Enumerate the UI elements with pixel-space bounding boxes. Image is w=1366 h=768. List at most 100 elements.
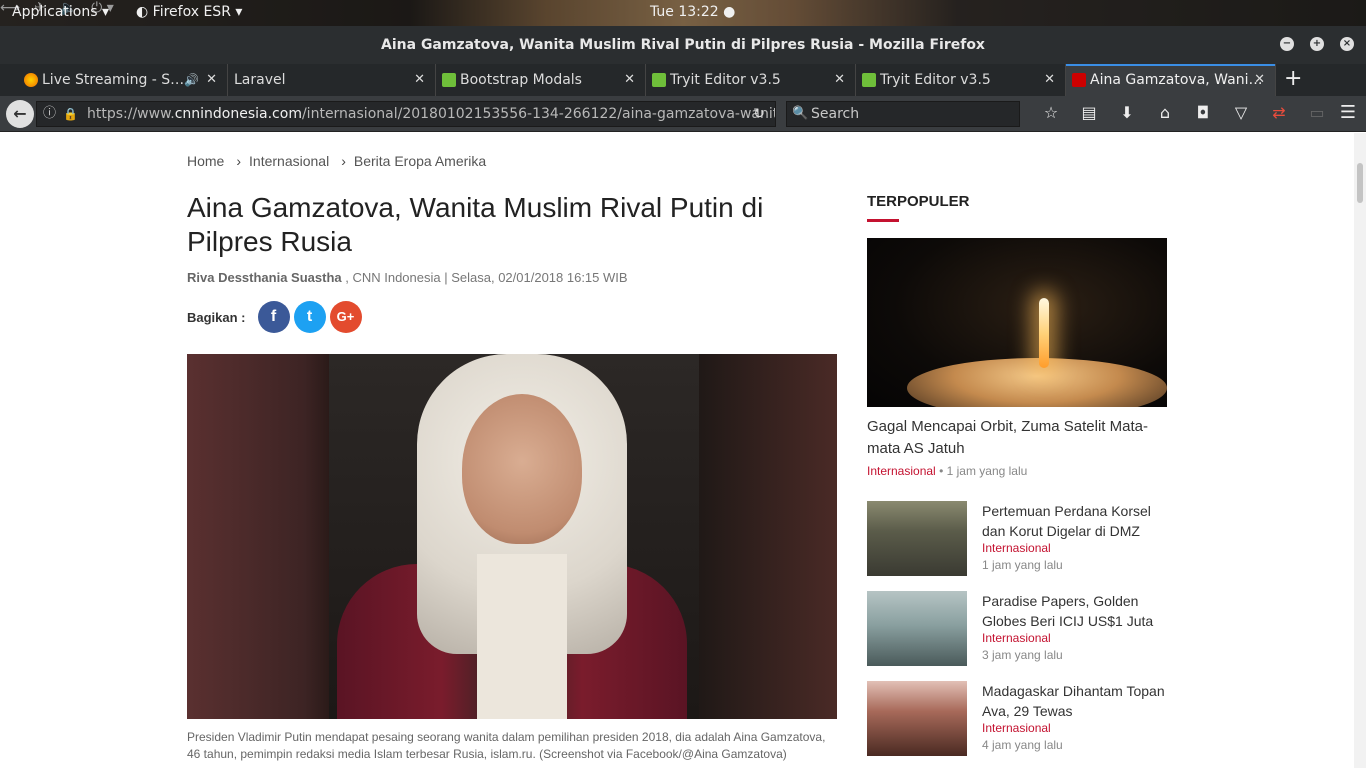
firefox-icon: ◐ bbox=[136, 4, 153, 20]
url-host: cnnindonesia.com bbox=[174, 106, 302, 122]
tab-label: Laravel bbox=[234, 72, 286, 88]
article-hero-image bbox=[187, 354, 837, 719]
hamburger-menu-icon[interactable]: ☰ bbox=[1340, 102, 1356, 123]
url-prefix: https://www. bbox=[87, 106, 175, 122]
item-title[interactable]: Paradise Papers, Golden Globes Beri ICIJ… bbox=[982, 591, 1167, 631]
popular-item[interactable]: Pertemuan Perdana Korsel dan Korut Digel… bbox=[867, 501, 1167, 577]
popular-item[interactable]: Madagaskar Dihantam Topan Ava, 29 Tewas … bbox=[867, 681, 1167, 757]
nav-bar: ← ⓘ 🔒 https://www.cnnindonesia.com/inter… bbox=[0, 96, 1366, 132]
tab-bootstrap-modals[interactable]: Bootstrap Modals ✕ bbox=[436, 64, 646, 96]
item-thumbnail[interactable] bbox=[867, 681, 967, 756]
popular-top-image[interactable] bbox=[867, 238, 1167, 407]
tab-label: Live Streaming - S… bbox=[42, 72, 185, 88]
article-title: Aina Gamzatova, Wanita Muslim Rival Puti… bbox=[187, 192, 764, 257]
tab-label: Tryit Editor v3.5 bbox=[670, 72, 781, 88]
close-tab-icon[interactable]: ✕ bbox=[834, 64, 845, 96]
item-title[interactable]: Madagaskar Dihantam Topan Ava, 29 Tewas bbox=[982, 681, 1167, 721]
cnn-favicon-icon bbox=[1072, 73, 1086, 87]
url-bar[interactable]: ⓘ 🔒 https://www.cnnindonesia.com/interna… bbox=[36, 101, 776, 127]
minimize-icon[interactable]: − bbox=[1280, 37, 1294, 51]
google-share-icon[interactable]: G+ bbox=[329, 301, 362, 333]
item-category[interactable]: Internasional bbox=[982, 721, 1051, 735]
breadcrumb-internasional[interactable]: Internasional bbox=[249, 153, 329, 169]
bookmark-star-icon[interactable]: ☆ bbox=[1032, 103, 1070, 122]
new-tab-button[interactable]: + bbox=[1284, 66, 1302, 91]
speaker-icon[interactable]: 🔊 bbox=[184, 64, 199, 96]
tab-live-streaming[interactable]: Live Streaming - S… 🔊 ✕ bbox=[18, 64, 228, 96]
toolbar-icons: ☆ ▤ ⬇ ⌂ ◘ ▽ ⇄ ▭ bbox=[1032, 103, 1336, 122]
article-byline: Riva Dessthania Suastha , CNN Indonesia … bbox=[187, 270, 628, 285]
item-thumbnail[interactable] bbox=[867, 591, 967, 666]
url-path: /internasional/20180102153556-134-266122… bbox=[301, 106, 776, 122]
publish-info: , CNN Indonesia | Selasa, 02/01/2018 16:… bbox=[341, 270, 628, 285]
tab-strip: Live Streaming - S… 🔊 ✕ Laravel ✕ Bootst… bbox=[0, 64, 1366, 96]
popular-top-title[interactable]: Gagal Mencapai Orbit, Zuma Satelit Mata-… bbox=[867, 416, 1167, 460]
breadcrumb-home[interactable]: Home bbox=[187, 153, 224, 169]
chevron-right-icon: › bbox=[341, 153, 346, 169]
app-menu[interactable]: ◐ Firefox ESR ▾ bbox=[136, 4, 242, 20]
search-placeholder: Search bbox=[811, 106, 860, 122]
web-page: Home › Internasional › Berita Eropa Amerika … bbox=[0, 133, 1366, 768]
lock-icon[interactable]: 🔒 bbox=[63, 102, 78, 126]
extension-v-icon[interactable]: ▽ bbox=[1222, 103, 1260, 122]
favicon-icon bbox=[862, 73, 876, 87]
extension-monitor-icon[interactable]: ▭ bbox=[1298, 103, 1336, 122]
window-controls: − + × bbox=[1280, 37, 1354, 51]
reload-icon[interactable]: ↻ bbox=[753, 102, 765, 126]
window-title: Aina Gamzatova, Wanita Muslim Rival Puti… bbox=[0, 26, 1366, 64]
page-scrollbar[interactable] bbox=[1354, 133, 1366, 768]
twitter-share-icon[interactable]: t bbox=[293, 301, 326, 333]
facebook-share-icon[interactable]: f bbox=[257, 301, 290, 333]
tab-label: Bootstrap Modals bbox=[460, 72, 582, 88]
chevron-right-icon: › bbox=[236, 153, 242, 169]
item-title[interactable]: Pertemuan Perdana Korsel dan Korut Digel… bbox=[982, 501, 1167, 541]
popular-item[interactable]: Paradise Papers, Golden Globes Beri ICIJ… bbox=[867, 591, 1167, 667]
popular-top-meta: Internasional • 1 jam yang lalu bbox=[867, 464, 1027, 478]
image-caption: Presiden Vladimir Putin mendapat pesaing… bbox=[187, 730, 826, 761]
category-label[interactable]: Internasional bbox=[867, 464, 936, 478]
applications-menu[interactable]: Applications ▾ bbox=[12, 4, 109, 20]
item-thumbnail[interactable] bbox=[867, 501, 967, 576]
tab-laravel[interactable]: Laravel ✕ bbox=[228, 64, 436, 96]
favicon-icon bbox=[24, 73, 38, 87]
tab-label: Tryit Editor v3.5 bbox=[880, 72, 991, 88]
popular-heading: TERPOPULER bbox=[867, 193, 970, 210]
app-menu-label: Firefox ESR ▾ bbox=[152, 4, 243, 20]
tab-tryit-editor-1[interactable]: Tryit Editor v3.5 ✕ bbox=[646, 64, 856, 96]
close-tab-icon[interactable]: ✕ bbox=[206, 64, 217, 96]
item-time: 1 jam yang lalu bbox=[982, 558, 1063, 572]
time-label: • 1 jam yang lalu bbox=[939, 464, 1028, 478]
share-bar: Bagikan : f t G+ bbox=[187, 301, 366, 333]
home-icon[interactable]: ⌂ bbox=[1146, 103, 1184, 122]
tab-label: Aina Gamzatova, Wani… bbox=[1090, 72, 1263, 88]
scrollbar-thumb[interactable] bbox=[1357, 163, 1363, 203]
breadcrumb-eropa-amerika[interactable]: Berita Eropa Amerika bbox=[354, 153, 486, 169]
close-tab-icon[interactable]: ✕ bbox=[624, 64, 635, 96]
maximize-icon[interactable]: + bbox=[1310, 37, 1324, 51]
item-time: 4 jam yang lalu bbox=[982, 738, 1063, 752]
favicon-icon bbox=[442, 73, 456, 87]
item-category[interactable]: Internasional bbox=[982, 541, 1051, 555]
system-top-bar: Applications ▾ ◐ Firefox ESR ▾ Tue 13:22… bbox=[0, 0, 1366, 26]
search-icon: 🔍 bbox=[792, 106, 809, 121]
tab-active-article[interactable]: Aina Gamzatova, Wani… ✕ bbox=[1066, 64, 1276, 96]
close-tab-icon[interactable]: ✕ bbox=[414, 64, 425, 96]
breadcrumb: Home › Internasional › Berita Eropa Amerika bbox=[187, 153, 490, 169]
close-tab-icon[interactable]: ✕ bbox=[1044, 64, 1055, 96]
close-tab-icon[interactable]: ✕ bbox=[1254, 64, 1265, 96]
search-input[interactable]: 🔍 Search bbox=[786, 101, 1020, 127]
extension-arrows-icon[interactable]: ⇄ bbox=[1260, 103, 1298, 122]
item-time: 3 jam yang lalu bbox=[982, 648, 1063, 662]
reading-list-icon[interactable]: ▤ bbox=[1070, 103, 1108, 122]
close-window-icon[interactable]: × bbox=[1340, 37, 1354, 51]
author-name: Riva Dessthania Suastha bbox=[187, 270, 342, 285]
download-icon[interactable]: ⬇ bbox=[1108, 103, 1146, 122]
share-label: Bagikan : bbox=[187, 309, 246, 325]
tab-tryit-editor-2[interactable]: Tryit Editor v3.5 ✕ bbox=[856, 64, 1066, 96]
info-icon[interactable]: ⓘ bbox=[43, 102, 56, 126]
item-category[interactable]: Internasional bbox=[982, 631, 1051, 645]
clock[interactable]: Tue 13:22 ● bbox=[650, 4, 735, 20]
back-button[interactable]: ← bbox=[6, 100, 34, 128]
heading-underline bbox=[867, 219, 899, 222]
pocket-icon[interactable]: ◘ bbox=[1184, 103, 1222, 122]
